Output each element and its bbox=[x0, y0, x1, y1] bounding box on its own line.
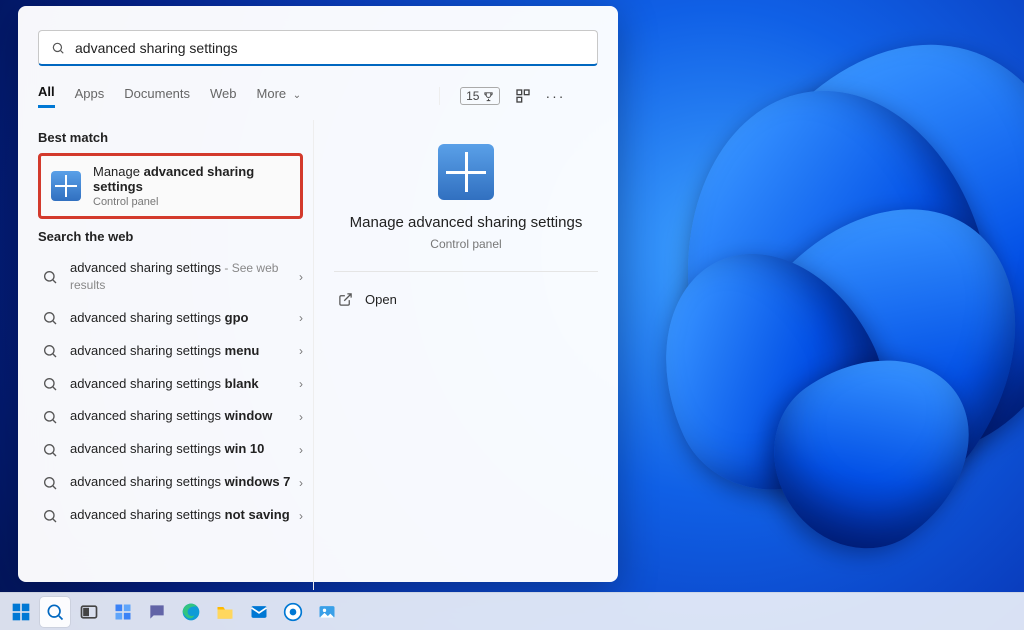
search-icon bbox=[42, 376, 58, 392]
start-button[interactable] bbox=[6, 597, 36, 627]
start-search-panel: All Apps Documents Web More ⌄ 15 ··· bbox=[18, 6, 618, 582]
chevron-right-icon: › bbox=[299, 509, 303, 523]
web-result-label: advanced sharing settings - See web resu… bbox=[70, 260, 299, 294]
desktop-wallpaper: All Apps Documents Web More ⌄ 15 ··· bbox=[0, 0, 1024, 630]
search-button[interactable] bbox=[40, 597, 70, 627]
chevron-right-icon: › bbox=[299, 377, 303, 391]
search-icon bbox=[42, 343, 58, 359]
best-match-title: Manage advanced sharing settings bbox=[93, 164, 290, 194]
best-match-subtitle: Control panel bbox=[93, 196, 290, 208]
web-result-item[interactable]: advanced sharing settings not saving› bbox=[38, 499, 313, 532]
rewards-badge[interactable]: 15 bbox=[460, 87, 500, 105]
chevron-right-icon: › bbox=[299, 311, 303, 325]
result-preview: Manage advanced sharing settings Control… bbox=[334, 120, 598, 313]
more-icon[interactable]: ··· bbox=[546, 87, 564, 105]
open-external-icon bbox=[338, 292, 353, 307]
edge-button[interactable] bbox=[176, 597, 206, 627]
web-result-item[interactable]: advanced sharing settings win 10› bbox=[38, 433, 313, 466]
mail-button[interactable] bbox=[244, 597, 274, 627]
web-result-label: advanced sharing settings window bbox=[70, 408, 299, 425]
search-icon bbox=[42, 475, 58, 491]
best-match-result[interactable]: Manage advanced sharing settings Control… bbox=[38, 153, 303, 219]
gallery-button[interactable] bbox=[312, 597, 342, 627]
file-explorer-button[interactable] bbox=[210, 597, 240, 627]
web-result-item[interactable]: advanced sharing settings blank› bbox=[38, 368, 313, 401]
search-icon bbox=[42, 310, 58, 326]
web-result-item[interactable]: advanced sharing settings window› bbox=[38, 400, 313, 433]
trophy-icon bbox=[483, 91, 494, 102]
search-icon bbox=[42, 409, 58, 425]
search-input[interactable] bbox=[75, 40, 585, 56]
chevron-right-icon: › bbox=[299, 270, 303, 284]
search-box[interactable] bbox=[38, 30, 598, 66]
filter-tab-apps[interactable]: Apps bbox=[75, 86, 105, 107]
filter-tab-all[interactable]: All bbox=[38, 84, 55, 108]
web-result-label: advanced sharing settings menu bbox=[70, 343, 299, 360]
open-action-label: Open bbox=[365, 292, 397, 307]
web-results-list: advanced sharing settings - See web resu… bbox=[38, 252, 313, 532]
widgets-button[interactable] bbox=[108, 597, 138, 627]
web-result-item[interactable]: advanced sharing settings - See web resu… bbox=[38, 252, 313, 302]
task-view-button[interactable] bbox=[74, 597, 104, 627]
preview-subtitle: Control panel bbox=[334, 237, 598, 251]
web-result-label: advanced sharing settings windows 7 bbox=[70, 474, 299, 491]
web-result-item[interactable]: advanced sharing settings menu› bbox=[38, 335, 313, 368]
chevron-right-icon: › bbox=[299, 410, 303, 424]
chevron-right-icon: › bbox=[299, 443, 303, 457]
web-result-label: advanced sharing settings not saving bbox=[70, 507, 299, 524]
filter-tab-more[interactable]: More ⌄ bbox=[257, 86, 302, 107]
open-action[interactable]: Open bbox=[334, 286, 598, 313]
web-result-label: advanced sharing settings gpo bbox=[70, 310, 299, 327]
web-result-item[interactable]: advanced sharing settings gpo› bbox=[38, 302, 313, 335]
filter-tab-documents[interactable]: Documents bbox=[124, 86, 190, 107]
chevron-right-icon: › bbox=[299, 476, 303, 490]
filter-tab-web[interactable]: Web bbox=[210, 86, 237, 107]
search-icon bbox=[51, 41, 65, 55]
chevron-down-icon: ⌄ bbox=[293, 90, 301, 101]
sharing-settings-icon bbox=[438, 144, 494, 200]
chevron-right-icon: › bbox=[299, 344, 303, 358]
web-result-label: advanced sharing settings blank bbox=[70, 376, 299, 393]
options-icon[interactable] bbox=[514, 87, 532, 105]
filter-bar: All Apps Documents Web More ⌄ 15 ··· bbox=[38, 84, 598, 108]
todo-button[interactable] bbox=[278, 597, 308, 627]
best-match-heading: Best match bbox=[38, 130, 313, 145]
taskbar bbox=[0, 592, 1024, 630]
search-icon bbox=[42, 269, 58, 285]
web-result-label: advanced sharing settings win 10 bbox=[70, 441, 299, 458]
chat-button[interactable] bbox=[142, 597, 172, 627]
web-result-item[interactable]: advanced sharing settings windows 7› bbox=[38, 466, 313, 499]
search-web-heading: Search the web bbox=[38, 229, 313, 244]
search-icon bbox=[42, 442, 58, 458]
preview-title: Manage advanced sharing settings bbox=[334, 214, 598, 231]
divider bbox=[334, 271, 598, 272]
sharing-settings-icon bbox=[51, 171, 81, 201]
search-icon bbox=[42, 508, 58, 524]
